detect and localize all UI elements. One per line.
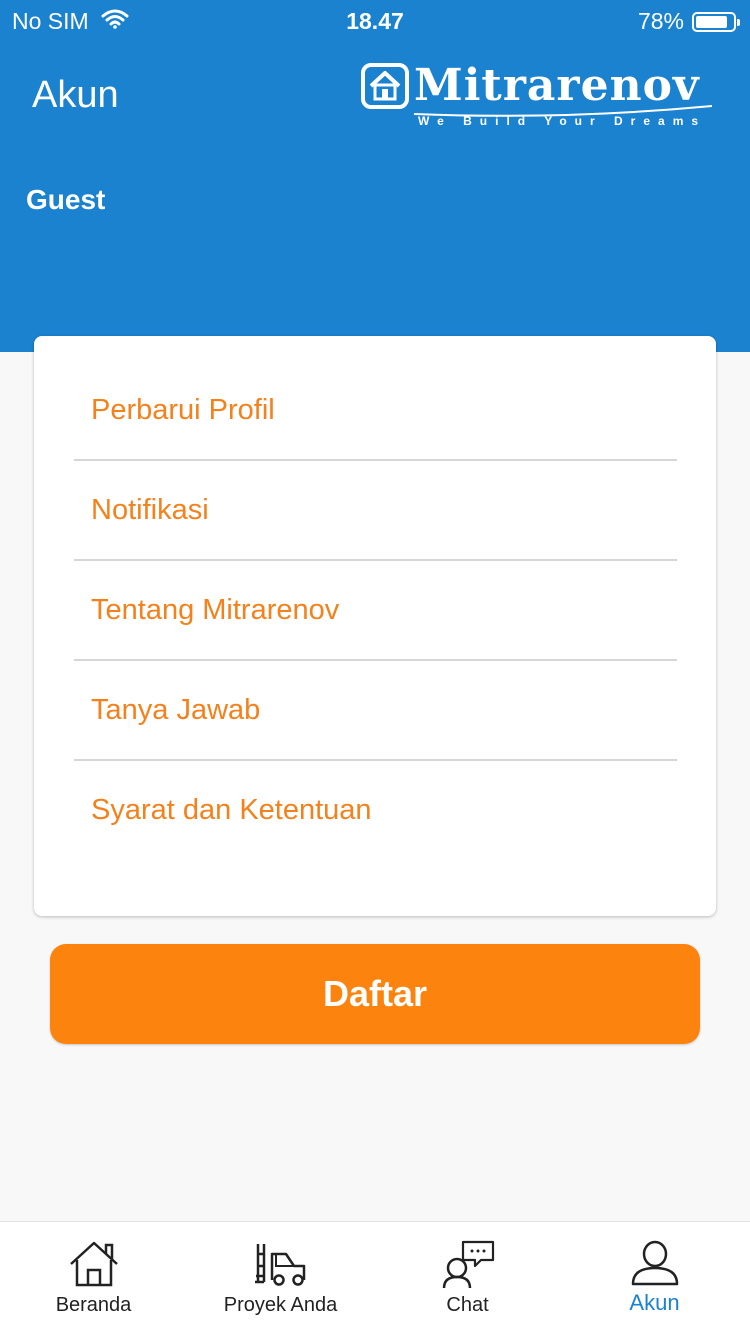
chat-icon — [441, 1240, 495, 1295]
menu-card: Perbarui Profil Notifikasi Tentang Mitra… — [34, 336, 716, 916]
user-icon — [630, 1240, 680, 1291]
tab-beranda[interactable]: Beranda — [0, 1222, 187, 1334]
profile-name: Guest — [26, 184, 106, 215]
profile-banner: Guest — [0, 152, 750, 352]
status-bar: No SIM 18.47 78% — [0, 0, 750, 40]
status-right: 78% — [637, 8, 740, 35]
tab-label: Proyek Anda — [223, 1294, 338, 1316]
tab-akun[interactable]: Akun — [561, 1222, 748, 1334]
battery-icon — [692, 11, 740, 32]
page-title: Akun — [32, 74, 119, 116]
tab-chat[interactable]: Chat — [374, 1222, 561, 1334]
brand-tagline: We Build Your Dreams — [418, 114, 707, 128]
home-icon — [68, 1240, 120, 1293]
menu-item-update-profile[interactable]: Perbarui Profil — [74, 360, 677, 460]
menu-item-label: Tanya Jawab — [91, 694, 261, 726]
brand-logo: Mitrarenov We Build Your Dreams — [360, 60, 720, 132]
house-logo-icon — [361, 63, 409, 109]
menu-item-about[interactable]: Tentang Mitrarenov — [74, 560, 677, 660]
battery-percent: 78% — [637, 8, 684, 34]
tab-proyek-anda[interactable]: Proyek Anda — [187, 1222, 374, 1334]
forklift-icon — [254, 1240, 308, 1291]
tab-label: Akun — [629, 1290, 680, 1315]
tab-label: Beranda — [55, 1294, 132, 1316]
menu-item-terms[interactable]: Syarat dan Ketentuan — [74, 760, 677, 860]
tab-label: Chat — [446, 1294, 489, 1316]
menu-item-label: Tentang Mitrarenov — [91, 594, 340, 626]
app-header: Akun Mitrarenov We Build Your Dreams — [0, 40, 750, 152]
menu-item-label: Syarat dan Ketentuan — [91, 794, 372, 826]
tab-bar: Beranda Proyek Anda Chat Akun — [0, 1221, 750, 1334]
menu-item-faq[interactable]: Tanya Jawab — [74, 660, 677, 760]
menu-item-label: Notifikasi — [91, 494, 209, 526]
register-button[interactable]: Daftar — [50, 944, 700, 1044]
menu-item-notifications[interactable]: Notifikasi — [74, 460, 677, 560]
menu-item-label: Perbarui Profil — [91, 394, 275, 426]
